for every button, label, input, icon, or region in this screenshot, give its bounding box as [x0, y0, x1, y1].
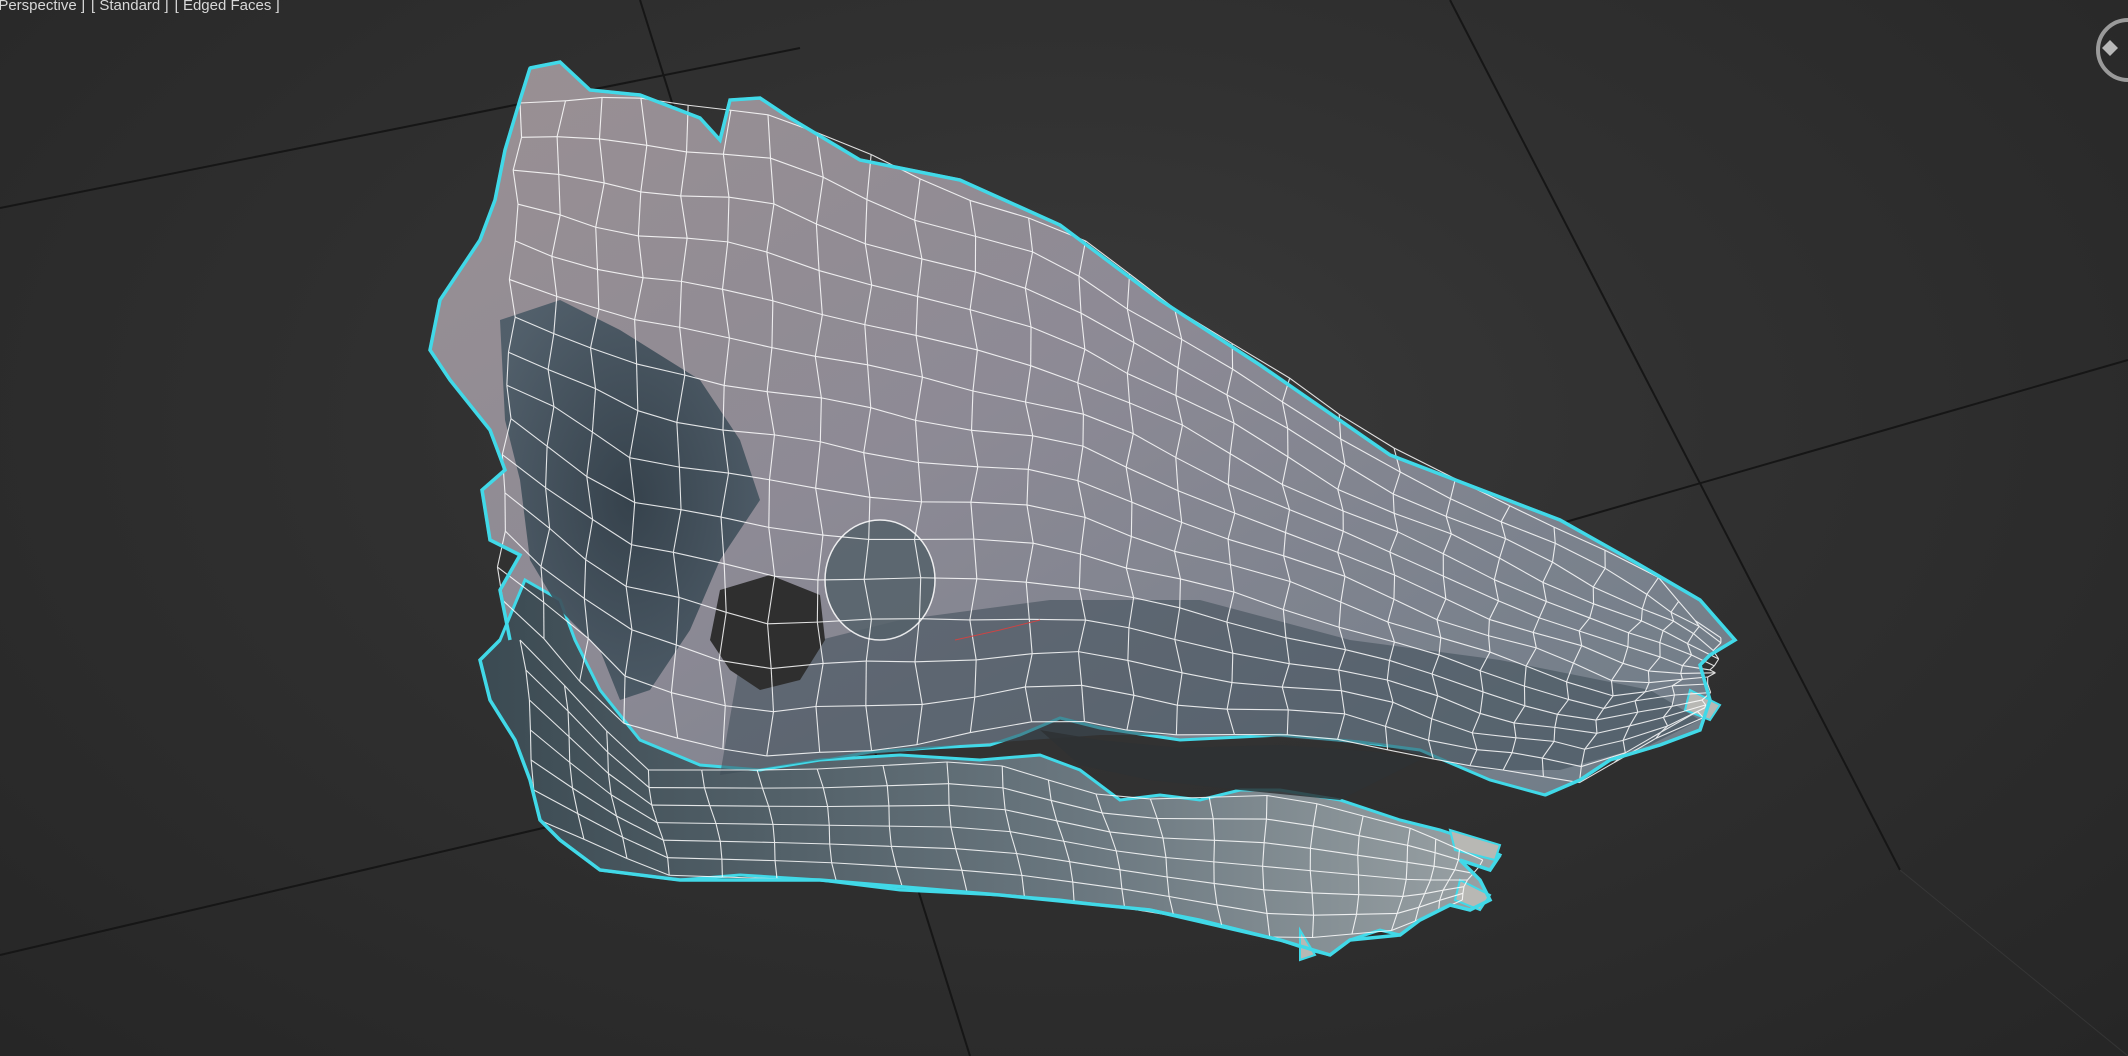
- wire-edge: [647, 769, 650, 788]
- viewcube-icon[interactable]: [2080, 18, 2128, 82]
- wire-edge: [1406, 878, 1431, 881]
- wire-edge: [709, 805, 769, 807]
- wire-edge: [1553, 727, 1556, 742]
- wire-edge: [651, 804, 710, 807]
- wire-edge: [1713, 658, 1720, 667]
- wire-edge: [1434, 838, 1437, 853]
- wire-edge: [768, 479, 771, 528]
- wire-edge: [1213, 840, 1216, 862]
- wire-edge: [1647, 670, 1650, 683]
- wire-edge: [888, 804, 950, 807]
- wire-edge: [866, 660, 915, 663]
- wire-edge: [568, 736, 571, 763]
- wire-edge: [688, 104, 731, 111]
- wire-edge: [1709, 665, 1715, 671]
- wire-edge: [817, 578, 865, 581]
- wire-edge: [1357, 855, 1359, 876]
- wire-edge: [1179, 578, 1181, 608]
- wire-edge: [1680, 672, 1716, 674]
- wire-edge: [816, 579, 819, 623]
- wire-edge: [1130, 502, 1133, 537]
- wire-edge: [529, 729, 532, 761]
- wire-edge: [1227, 708, 1289, 711]
- wire-edge: [969, 618, 1030, 621]
- wire-edge: [521, 136, 558, 138]
- perspective-viewport[interactable]: [ Perspective ][ Standard ][ Edged Faces…: [0, 0, 2128, 1056]
- wire-edge: [1265, 795, 1268, 820]
- wire-edge: [1001, 765, 1004, 788]
- skull-mesh[interactable]: [0, 0, 2128, 1056]
- wire-edge: [827, 805, 889, 808]
- wire-edge: [602, 96, 641, 99]
- wire-edge: [1627, 632, 1630, 647]
- wire-edge: [1461, 893, 1464, 901]
- wire-edge: [1393, 575, 1396, 600]
- wire-edge: [607, 752, 609, 774]
